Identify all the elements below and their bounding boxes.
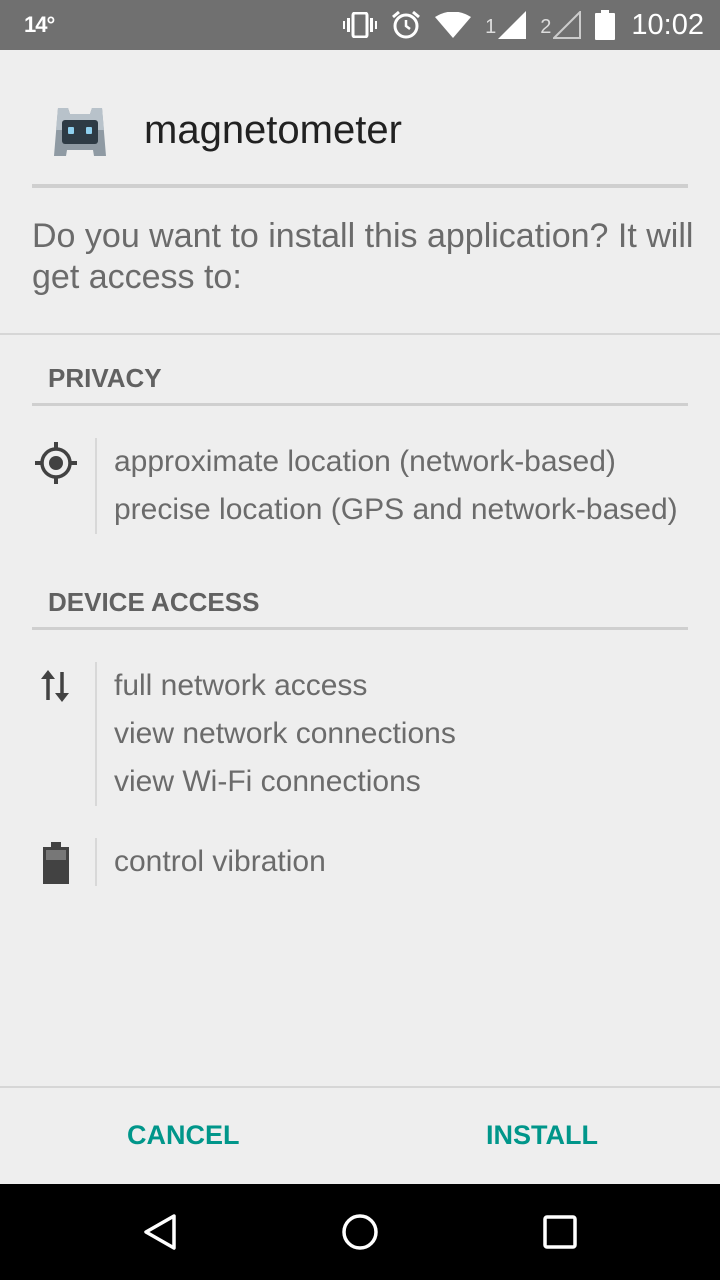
network-arrows-icon <box>40 668 72 709</box>
status-bar: 14° 1 2 10:02 <box>0 0 720 50</box>
sim1-label: 1 <box>485 16 497 38</box>
permission-item: control vibration <box>114 845 326 878</box>
install-prompt: Do you want to install this application?… <box>32 217 694 296</box>
wifi-icon <box>435 12 472 38</box>
section-divider-privacy <box>32 403 688 406</box>
signal-icon: 1 <box>485 11 527 39</box>
section-title-privacy: PRIVACY <box>48 363 162 393</box>
location-target-icon <box>35 442 77 489</box>
permission-item: full network access <box>114 669 368 702</box>
clock-text: 10:02 <box>631 8 704 41</box>
button-bar-divider <box>0 1086 720 1088</box>
permission-item: view network connections <box>114 717 456 750</box>
home-icon[interactable] <box>300 1184 420 1280</box>
recents-icon[interactable] <box>500 1184 620 1280</box>
sim2-label: 2 <box>540 16 552 38</box>
battery-vibration-icon <box>43 842 69 889</box>
permission-group-bar <box>95 838 97 886</box>
section-title-device-access: DEVICE ACCESS <box>48 587 260 617</box>
alarm-icon <box>391 10 421 40</box>
permission-item: precise location (GPS and network-based) <box>114 493 678 526</box>
cancel-button[interactable]: CANCEL <box>127 1120 240 1151</box>
section-divider-device-access <box>32 627 688 630</box>
install-button[interactable]: INSTALL <box>486 1120 598 1151</box>
app-name: magnetometer <box>144 108 402 152</box>
temperature-text: 14° <box>24 12 55 37</box>
vibrate-icon <box>343 12 378 38</box>
navigation-bar <box>0 1184 720 1280</box>
permission-group-bar <box>95 662 97 806</box>
cordova-robot-icon <box>48 100 112 164</box>
permission-item: approximate location (network-based) <box>114 445 616 478</box>
content-divider <box>0 333 720 335</box>
signal-icon-2: 2 <box>540 11 582 39</box>
permission-group-bar <box>95 438 97 534</box>
back-icon[interactable] <box>100 1184 220 1280</box>
permission-item: view Wi-Fi connections <box>114 765 421 798</box>
battery-icon <box>595 10 616 40</box>
header-divider <box>32 184 688 188</box>
